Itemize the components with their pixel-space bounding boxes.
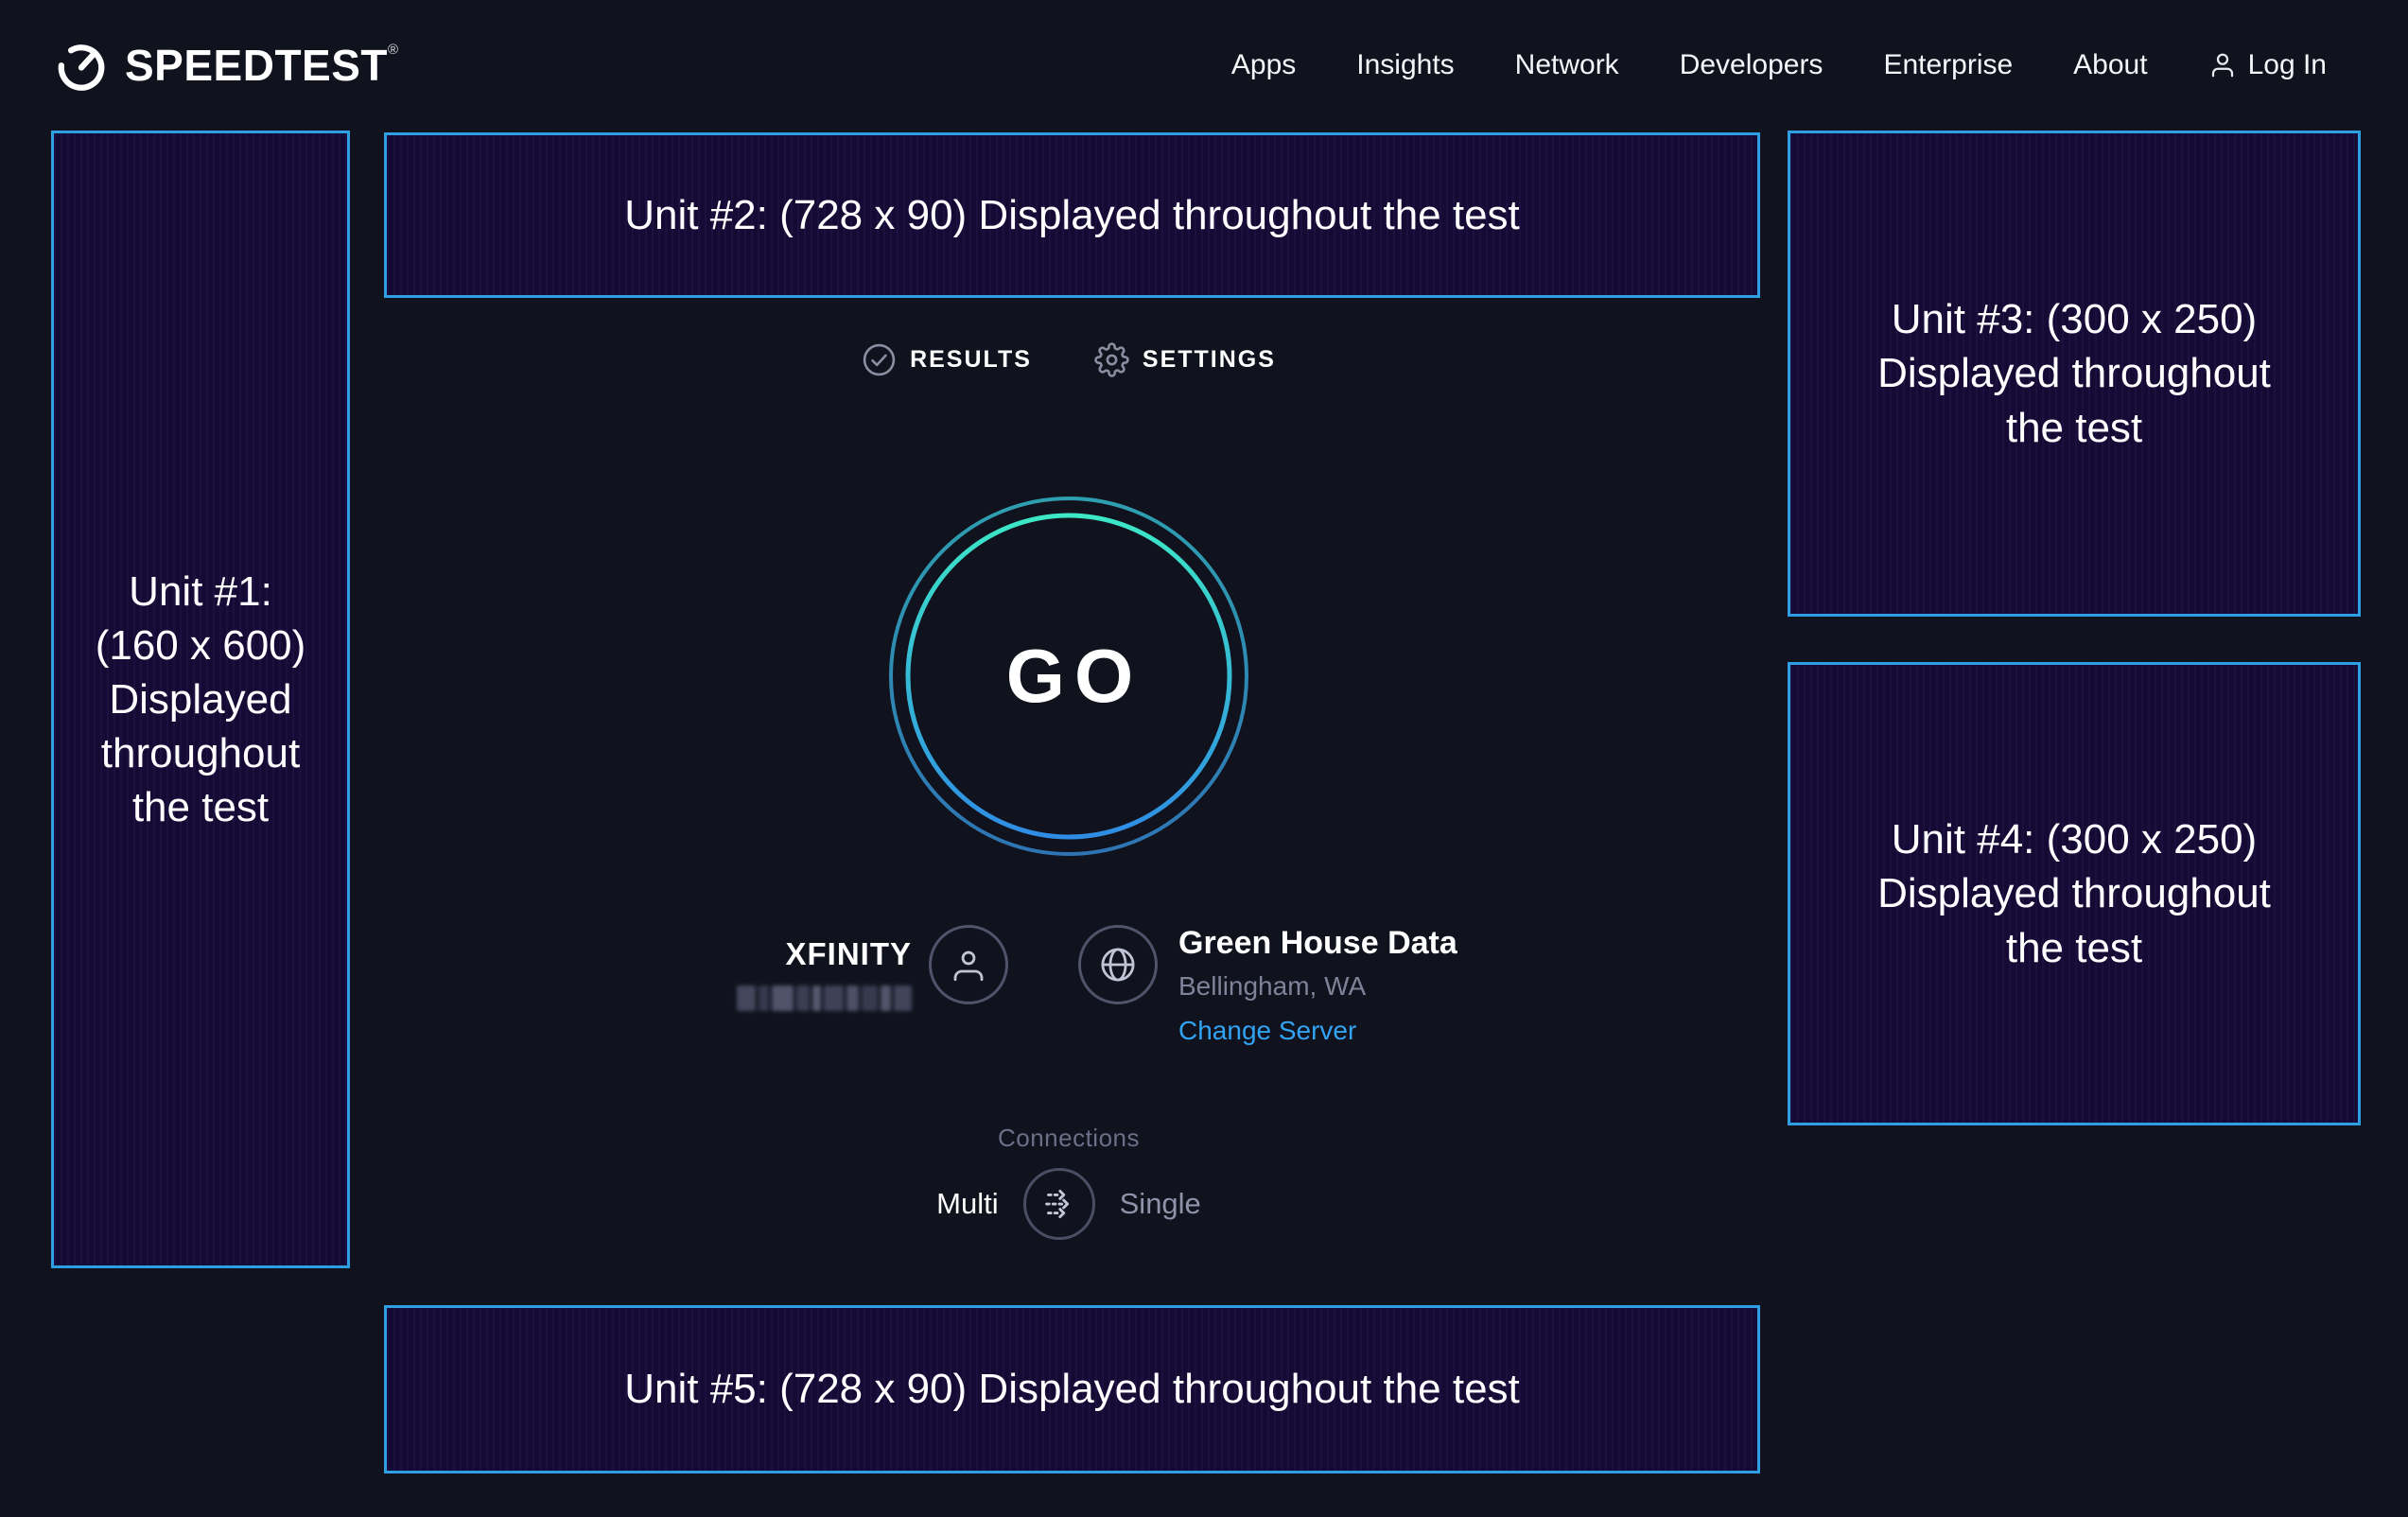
nav-item-developers[interactable]: Developers	[1680, 49, 1823, 81]
connections-option-single[interactable]: Single	[1120, 1187, 1201, 1221]
nav-links: Apps Insights Network Developers Enterpr…	[1231, 49, 2327, 81]
login-button[interactable]: Log In	[2208, 49, 2327, 81]
server-globe	[1078, 925, 1158, 1004]
result-meta: XFINITY Green House Data Bellingham, WA …	[350, 925, 1788, 1046]
ad-unit-5-728x90: Unit #5: (728 x 90) Displayed throughout…	[384, 1305, 1760, 1473]
view-tabs: RESULTS SETTINGS	[350, 342, 1788, 377]
trademark-symbol: ®	[388, 42, 398, 58]
nav-item-about[interactable]: About	[2073, 49, 2147, 81]
tab-settings[interactable]: SETTINGS	[1094, 342, 1276, 377]
speedtest-logo[interactable]: SPEEDTEST®	[53, 37, 398, 94]
nav-item-enterprise[interactable]: Enterprise	[1883, 49, 2013, 81]
connections-option-multi[interactable]: Multi	[936, 1187, 998, 1221]
speedometer-icon	[53, 37, 110, 94]
check-circle-icon	[862, 342, 897, 377]
isp-name: XFINITY	[628, 936, 912, 972]
ad-unit-1-160x600: Unit #1: (160 x 600) Displayed throughou…	[51, 131, 350, 1268]
server-location: Bellingham, WA	[1178, 971, 1576, 1002]
login-label: Log In	[2248, 49, 2327, 81]
isp-avatar	[929, 925, 1008, 1004]
connections-toggle-row: Multi Single	[350, 1168, 1788, 1240]
nav-item-network[interactable]: Network	[1515, 49, 1619, 81]
server-info: Green House Data Bellingham, WA Change S…	[1178, 925, 1576, 1046]
gear-icon	[1094, 342, 1129, 377]
connections-label: Connections	[350, 1124, 1788, 1153]
results-label: RESULTS	[910, 346, 1032, 374]
isp-info[interactable]: XFINITY	[628, 936, 912, 1011]
nav-item-insights[interactable]: Insights	[1356, 49, 1454, 81]
connections-toggle-button[interactable]	[1023, 1168, 1095, 1240]
globe-icon	[1098, 945, 1138, 985]
server-name: Green House Data	[1178, 925, 1576, 962]
settings-label: SETTINGS	[1143, 346, 1276, 374]
go-label: GO	[995, 633, 1143, 720]
tab-results[interactable]: RESULTS	[862, 342, 1032, 377]
speedtest-page: SPEEDTEST® Apps Insights Network Develop…	[0, 0, 2408, 1517]
user-icon	[949, 945, 988, 985]
ad-unit-3-300x250: Unit #3: (300 x 250) Displayed throughou…	[1788, 131, 2361, 617]
change-server-link[interactable]: Change Server	[1178, 1016, 1356, 1046]
ad-unit-4-300x250: Unit #4: (300 x 250) Displayed throughou…	[1788, 662, 2361, 1125]
brand-text: SPEEDTEST®	[125, 40, 398, 91]
nav-item-apps[interactable]: Apps	[1231, 49, 1296, 81]
multi-connections-arrows-icon	[1038, 1182, 1081, 1226]
top-nav: SPEEDTEST® Apps Insights Network Develop…	[0, 0, 2408, 131]
connections-section: Connections Multi Single	[350, 1124, 1788, 1240]
user-icon	[2208, 51, 2237, 79]
ad-unit-2-728x90: Unit #2: (728 x 90) Displayed throughout…	[384, 132, 1760, 298]
go-button[interactable]: GO	[887, 495, 1250, 858]
ip-address-redacted	[628, 985, 912, 1011]
